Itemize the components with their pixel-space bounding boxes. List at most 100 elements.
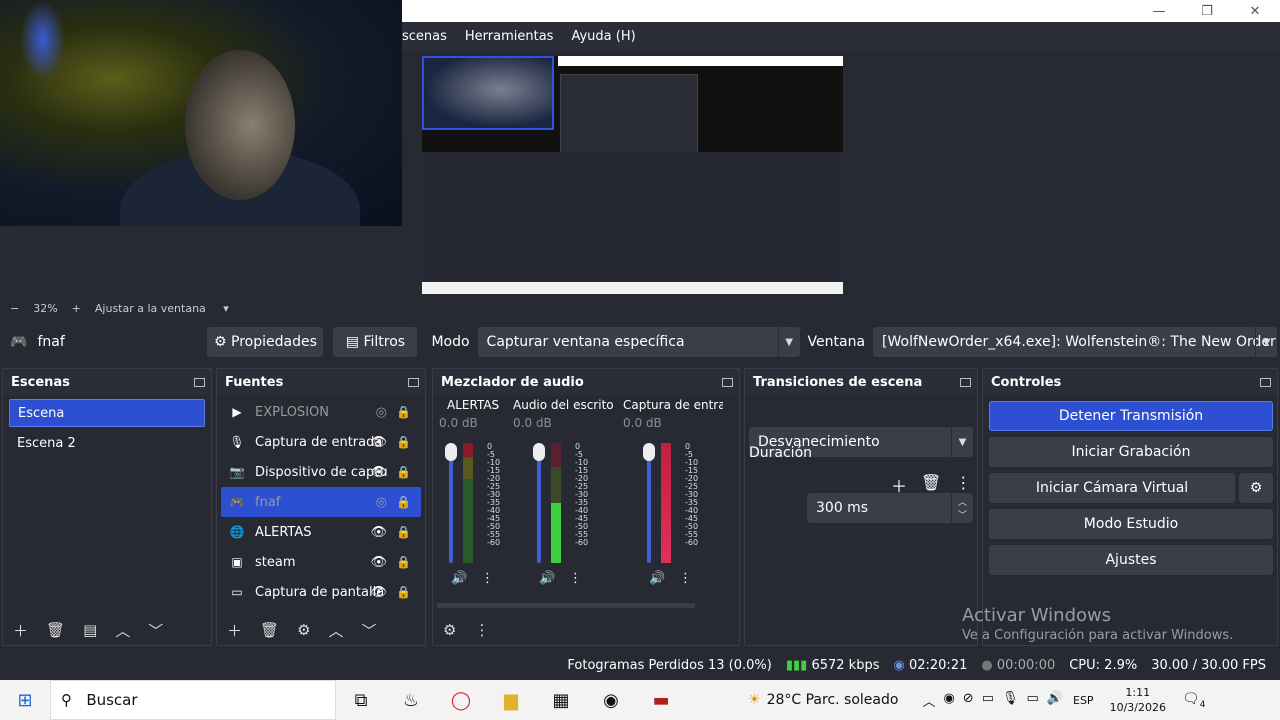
- eye-icon[interactable]: 👁: [370, 435, 387, 450]
- filters-button[interactable]: ▤ Filtros: [333, 327, 418, 357]
- scene-item[interactable]: Escena 2: [9, 429, 205, 457]
- record-tray-icon[interactable]: ⊘: [963, 691, 974, 710]
- eye-icon[interactable]: 👁: [370, 525, 387, 540]
- maximize-icon[interactable]: ❐: [1184, 0, 1230, 22]
- microphone-icon: 🎙: [229, 435, 245, 449]
- minimize-icon[interactable]: —: [1136, 0, 1182, 22]
- more-icon[interactable]: ⋮: [481, 571, 494, 586]
- lock-icon[interactable]: 🔒: [396, 465, 411, 479]
- eye-hidden-icon[interactable]: ◎: [376, 495, 387, 510]
- epic-games-icon[interactable]: ▦: [536, 680, 586, 720]
- lock-icon[interactable]: 🔒: [396, 405, 411, 419]
- zoom-in-button[interactable]: +: [72, 302, 81, 315]
- task-view-icon[interactable]: ⧉: [336, 680, 386, 720]
- more-icon[interactable]: ⋮: [679, 571, 692, 586]
- source-item[interactable]: ▶ EXPLOSION ◎ 🔒: [221, 397, 421, 427]
- program-preview[interactable]: [422, 56, 843, 294]
- monitor-icon: ▭: [231, 585, 243, 599]
- battery-icon[interactable]: ▭: [982, 691, 994, 710]
- folder-icon[interactable]: ▆: [486, 680, 536, 720]
- mixer-scrollbar[interactable]: [437, 603, 695, 608]
- lock-icon[interactable]: 🔒: [396, 435, 411, 449]
- duration-spinbox[interactable]: 300 ms ︿ ﹀: [807, 493, 973, 523]
- float-icon[interactable]: [722, 377, 733, 387]
- meter-scale: 0 -5 -10 -15 -20 -25 -30 -35 -40 -45 -50 -55 -60: [575, 443, 588, 547]
- menu-tools[interactable]: Herramientas: [465, 29, 554, 44]
- source-item[interactable]: ▭ Captura de pantalla 👁 🔒: [221, 577, 421, 607]
- float-icon[interactable]: [960, 377, 971, 387]
- language[interactable]: ESP: [1073, 694, 1094, 707]
- virtual-camera-button[interactable]: Iniciar Cámara Virtual: [989, 473, 1235, 503]
- studio-mode-button[interactable]: Modo Estudio: [989, 509, 1273, 539]
- game-window-icon[interactable]: ▬: [636, 680, 686, 720]
- menu-help[interactable]: Ayuda (H): [571, 29, 635, 44]
- speaker-icon[interactable]: 🔊: [649, 571, 665, 586]
- opera-icon[interactable]: ◯: [436, 680, 486, 720]
- chevron-up-icon[interactable]: ︿: [115, 620, 130, 641]
- trash-icon[interactable]: 🗑: [921, 473, 941, 497]
- source-item[interactable]: 🌐 ALERTAS 👁 🔒: [221, 517, 421, 547]
- preview-webcam-thumb: [422, 56, 554, 130]
- chevron-up-icon[interactable]: ︿: [329, 620, 344, 641]
- lock-icon[interactable]: 🔒: [396, 585, 411, 599]
- source-item[interactable]: ▣ steam 👁 🔒: [221, 547, 421, 577]
- source-item[interactable]: 📷 Dispositivo de captu 👁 🔒: [221, 457, 421, 487]
- float-icon[interactable]: [408, 377, 419, 387]
- close-icon[interactable]: ✕: [1232, 0, 1278, 22]
- trash-icon[interactable]: 🗑: [260, 621, 279, 639]
- settings-button[interactable]: Ajustes: [989, 545, 1273, 575]
- windows-start-icon[interactable]: ⊞: [0, 680, 50, 720]
- weather[interactable]: ☀ 28°C Parc. soleado: [748, 692, 898, 708]
- zoom-fit-dropdown[interactable]: Ajustar a la ventana ▾: [95, 302, 229, 315]
- speaker-icon[interactable]: 🔊: [451, 571, 467, 586]
- notification-icon[interactable]: 🗨4: [1182, 691, 1206, 710]
- add-icon[interactable]: ＋: [13, 620, 28, 641]
- chevron-down-icon[interactable]: ﹀: [362, 620, 377, 641]
- eye-icon[interactable]: 👁: [370, 585, 387, 600]
- eye-hidden-icon[interactable]: ◎: [376, 405, 387, 420]
- taskbar-search[interactable]: ⚲ Buscar: [50, 680, 336, 720]
- speaker-icon[interactable]: 🔊: [539, 571, 555, 586]
- volume-slider[interactable]: [533, 443, 545, 563]
- start-record-button[interactable]: Iniciar Grabación: [989, 437, 1273, 467]
- float-icon[interactable]: [194, 377, 205, 387]
- float-icon[interactable]: [1260, 377, 1271, 387]
- volume-slider[interactable]: [445, 443, 457, 563]
- scene-item[interactable]: Escena: [9, 399, 205, 427]
- properties-button[interactable]: ⚙ Propiedades: [207, 327, 324, 357]
- play-icon: ▶: [232, 405, 242, 419]
- microphone-icon[interactable]: 🎙: [1002, 691, 1019, 710]
- more-icon[interactable]: ⋮: [569, 571, 582, 586]
- eye-icon[interactable]: 👁: [370, 465, 387, 480]
- gear-icon[interactable]: ⚙: [443, 621, 456, 639]
- spin-icon[interactable]: ︿ ﹀: [951, 493, 973, 523]
- obs-icon[interactable]: ◉: [586, 680, 636, 720]
- lock-icon[interactable]: 🔒: [396, 495, 411, 509]
- zoom-out-button[interactable]: −: [10, 302, 19, 315]
- source-item[interactable]: 🎮 fnaf ◎ 🔒: [221, 487, 421, 517]
- window-select[interactable]: [WolfNewOrder_x64.exe]: Wolfenstein®: Th…: [873, 327, 1278, 357]
- steam-icon[interactable]: ♨: [386, 680, 436, 720]
- chevron-up-icon[interactable]: ︿: [922, 691, 935, 710]
- more-icon[interactable]: ⋮: [955, 473, 971, 497]
- more-icon[interactable]: ⋮: [474, 621, 489, 639]
- add-icon[interactable]: ＋: [891, 473, 907, 497]
- volume-icon[interactable]: 🔊: [1047, 691, 1063, 710]
- chevron-down-icon[interactable]: ﹀: [148, 620, 163, 641]
- menu-scenes[interactable]: scenas: [402, 29, 447, 44]
- network-icon[interactable]: ▭: [1027, 691, 1039, 710]
- stop-stream-button[interactable]: Detener Transmisión: [989, 401, 1273, 431]
- obs-tray-icon[interactable]: ◉: [943, 691, 954, 710]
- virtual-camera-settings-icon[interactable]: ⚙: [1239, 473, 1273, 503]
- volume-slider[interactable]: [643, 443, 655, 563]
- source-item[interactable]: 🎙 Captura de entrada 👁 🔒: [221, 427, 421, 457]
- gear-icon[interactable]: ⚙: [297, 621, 310, 639]
- eye-icon[interactable]: 👁: [370, 555, 387, 570]
- trash-icon[interactable]: 🗑: [46, 621, 65, 639]
- filter-icon[interactable]: ▤: [83, 621, 97, 639]
- mode-select[interactable]: Capturar ventana específica ▼: [477, 327, 800, 357]
- lock-icon[interactable]: 🔒: [396, 555, 411, 569]
- lock-icon[interactable]: 🔒: [396, 525, 411, 539]
- add-icon[interactable]: ＋: [227, 620, 242, 641]
- clock[interactable]: 1:11 10/3/2026: [1110, 685, 1166, 715]
